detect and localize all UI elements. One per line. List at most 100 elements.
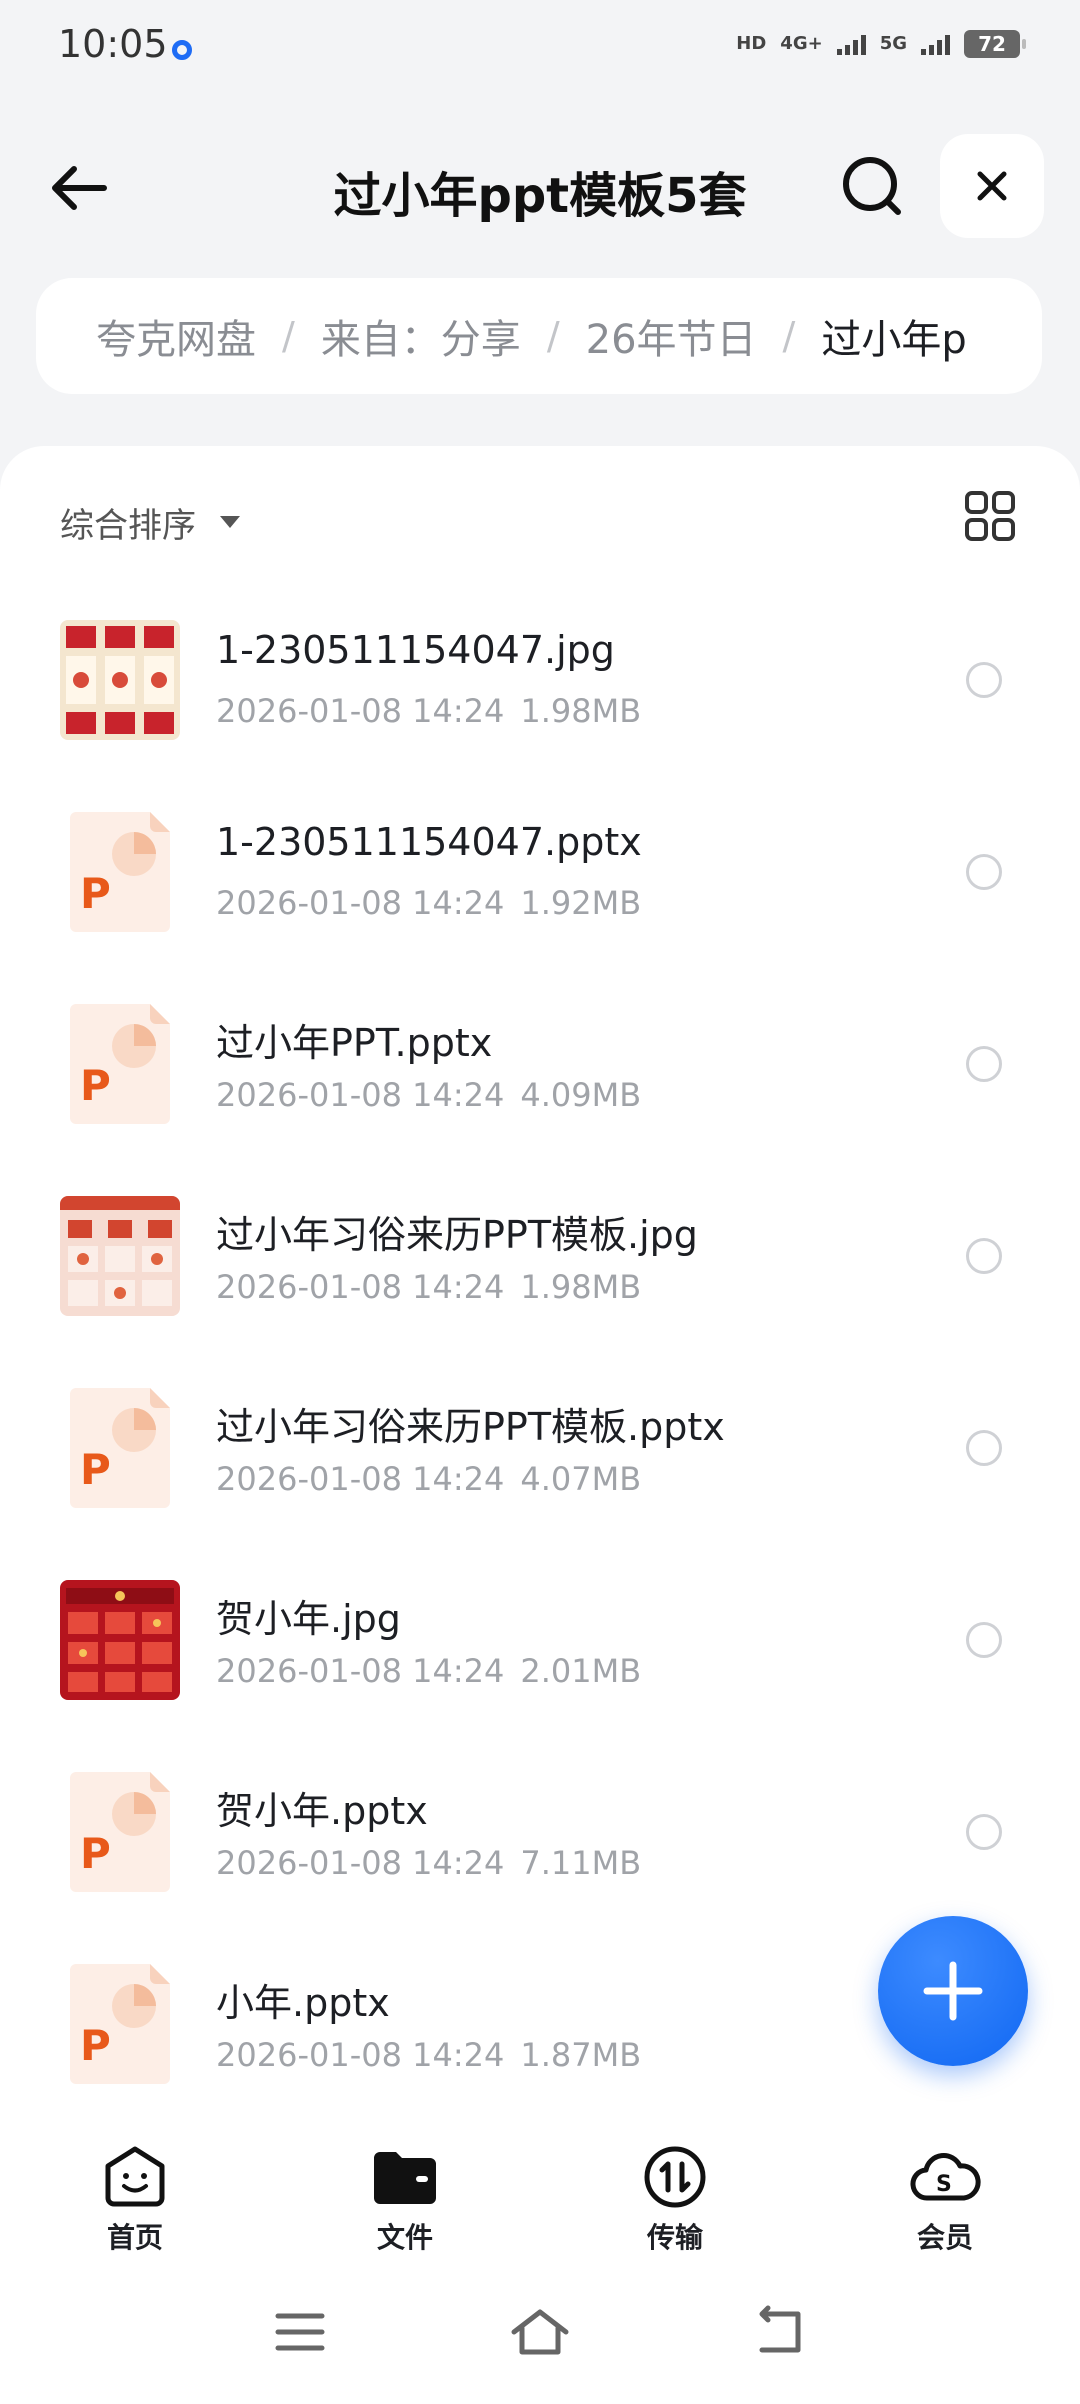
tab-files[interactable]: 文件 xyxy=(270,2120,540,2260)
select-radio[interactable] xyxy=(966,1622,1002,1658)
search-button[interactable] xyxy=(836,150,908,222)
file-list: 1-230511154047.jpg 2026-01-08 14:24 1.98M… xyxy=(0,592,1080,2128)
file-panel: 综合排序 1-230511154047.jpg 2026-01-08 14:24… xyxy=(0,446,1080,2146)
file-size: 1.87MB xyxy=(520,2036,642,2074)
vip-cloud-icon: S xyxy=(910,2153,981,2201)
select-radio[interactable] xyxy=(966,1238,1002,1274)
file-row[interactable]: P 过小年习俗来历PPT模板.pptx 2026-01-08 14:24 4.07… xyxy=(0,1360,1080,1552)
close-icon xyxy=(977,171,1007,201)
sort-dropdown[interactable]: 综合排序 xyxy=(60,492,240,552)
file-size: 1.98MB xyxy=(520,1268,642,1306)
file-row[interactable]: P 过小年PPT.pptx 2026-01-08 14:24 4.09MB xyxy=(0,976,1080,1168)
breadcrumb-separator: / xyxy=(782,314,796,358)
pptx-file-icon: P xyxy=(68,1772,170,1892)
file-meta: 2026-01-08 14:24 2.01MB xyxy=(216,1652,641,1690)
file-date: 2026-01-08 14:24 xyxy=(216,1460,505,1498)
home-button[interactable] xyxy=(508,2304,572,2360)
file-size: 1.92MB xyxy=(520,884,642,922)
svg-text:P: P xyxy=(80,1829,111,1878)
breadcrumb-current: 过小年p xyxy=(821,317,967,363)
network-5g-label: 5G xyxy=(879,33,907,54)
file-meta: 2026-01-08 14:24 4.07MB xyxy=(216,1460,641,1498)
select-radio[interactable] xyxy=(966,1046,1002,1082)
file-meta: 2026-01-08 14:24 7.11MB xyxy=(216,1844,641,1882)
file-name: 过小年习俗来历PPT模板.jpg xyxy=(216,1213,698,1257)
file-row[interactable]: P 贺小年.pptx 2026-01-08 14:24 7.11MB xyxy=(0,1744,1080,1936)
page-title: 过小年ppt模板5套 xyxy=(333,168,747,224)
pptx-file-icon: P xyxy=(68,1004,170,1124)
breadcrumb-item[interactable]: 夸克网盘 xyxy=(96,307,256,365)
select-radio[interactable] xyxy=(966,854,1002,890)
image-thumbnail xyxy=(60,620,180,740)
svg-text:P: P xyxy=(80,869,111,918)
file-row[interactable]: 过小年习俗来历PPT模板.jpg 2026-01-08 14:24 1.98MB xyxy=(0,1168,1080,1360)
image-thumbnail xyxy=(60,1196,180,1316)
image-thumbnail xyxy=(60,1580,180,1700)
breadcrumb-item[interactable]: 26年节日 xyxy=(586,307,757,365)
file-date: 2026-01-08 14:24 xyxy=(216,2036,505,2074)
system-nav-bar xyxy=(0,2260,1080,2404)
tab-label: 首页 xyxy=(106,2221,163,2254)
file-date: 2026-01-08 14:24 xyxy=(216,1268,505,1306)
file-meta: 2026-01-08 14:24 1.87MB xyxy=(216,2036,641,2074)
menu-button[interactable] xyxy=(268,2304,332,2360)
breadcrumb-separator: / xyxy=(546,314,560,358)
file-name: 小年.pptx xyxy=(216,1981,390,2025)
status-bar: 10:05 HD 4G+ 5G 72 xyxy=(0,0,1080,96)
bottom-tab-bar: 首页 文件 传输 S 会员 xyxy=(0,2120,1080,2260)
file-row[interactable]: P 1-230511154047.pptx 2026-01-08 14:24 1.… xyxy=(0,784,1080,976)
sort-label: 综合排序 xyxy=(60,505,196,546)
folder-icon xyxy=(374,2152,436,2204)
file-size: 1.98MB xyxy=(520,692,642,730)
file-row[interactable]: 1-230511154047.jpg 2026-01-08 14:24 1.98M… xyxy=(0,592,1080,784)
select-radio[interactable] xyxy=(966,1430,1002,1466)
svg-text:S: S xyxy=(936,2172,952,2197)
pptx-file-icon: P xyxy=(68,1388,170,1508)
battery-icon: 72 xyxy=(964,30,1026,58)
status-icons: HD 4G+ 5G 72 xyxy=(736,30,1026,58)
file-meta: 2026-01-08 14:24 4.09MB xyxy=(216,1076,641,1114)
back-nav-button[interactable] xyxy=(748,2304,812,2360)
file-name: 贺小年.pptx xyxy=(216,1789,428,1833)
file-size: 7.11MB xyxy=(520,1844,642,1882)
tab-vip[interactable]: S 会员 xyxy=(810,2120,1080,2260)
tab-label: 文件 xyxy=(376,2221,433,2254)
select-radio[interactable] xyxy=(966,662,1002,698)
caret-down-icon xyxy=(220,516,240,528)
file-name: 1-230511154047.pptx xyxy=(216,820,642,864)
tab-transfer[interactable]: 传输 xyxy=(540,2120,810,2260)
file-name: 1-230511154047.jpg xyxy=(216,628,615,672)
file-meta: 2026-01-08 14:24 1.98MB xyxy=(216,692,641,730)
add-button[interactable] xyxy=(878,1916,1028,2066)
file-row[interactable]: 贺小年.jpg 2026-01-08 14:24 2.01MB xyxy=(0,1552,1080,1744)
file-date: 2026-01-08 14:24 xyxy=(216,692,505,730)
svg-text:P: P xyxy=(80,2021,111,2070)
file-meta: 2026-01-08 14:24 1.92MB xyxy=(216,884,641,922)
signal-bars-icon xyxy=(921,33,950,55)
tab-label: 会员 xyxy=(916,2221,973,2254)
grid-view-icon xyxy=(965,491,1015,541)
search-icon xyxy=(843,157,901,215)
pptx-file-icon: P xyxy=(68,1964,170,2084)
file-name: 过小年PPT.pptx xyxy=(216,1021,493,1065)
tab-home[interactable]: 首页 xyxy=(0,2120,270,2260)
transfer-icon xyxy=(644,2146,706,2208)
home-face-icon xyxy=(105,2146,165,2207)
file-size: 4.09MB xyxy=(520,1076,642,1114)
header: 过小年ppt模板5套 xyxy=(0,134,1080,240)
notification-dot-icon xyxy=(172,40,192,60)
plus-icon xyxy=(923,1961,983,2021)
breadcrumb-item[interactable]: 来自：分享 xyxy=(321,307,521,365)
file-name: 贺小年.jpg xyxy=(216,1597,401,1641)
breadcrumb-separator: / xyxy=(282,314,295,358)
signal-bars-icon xyxy=(836,33,866,55)
status-time: 10:05 xyxy=(58,22,168,66)
file-meta: 2026-01-08 14:24 1.98MB xyxy=(216,1268,641,1306)
close-button[interactable] xyxy=(940,134,1044,238)
file-date: 2026-01-08 14:24 xyxy=(216,1844,505,1882)
select-radio[interactable] xyxy=(966,1814,1002,1850)
file-date: 2026-01-08 14:24 xyxy=(216,1076,505,1114)
file-name: 过小年习俗来历PPT模板.pptx xyxy=(216,1405,725,1449)
grid-view-button[interactable] xyxy=(964,490,1016,542)
breadcrumb: 夸克网盘 / 来自：分享 / 26年节日 / 过小年p xyxy=(36,278,1042,394)
